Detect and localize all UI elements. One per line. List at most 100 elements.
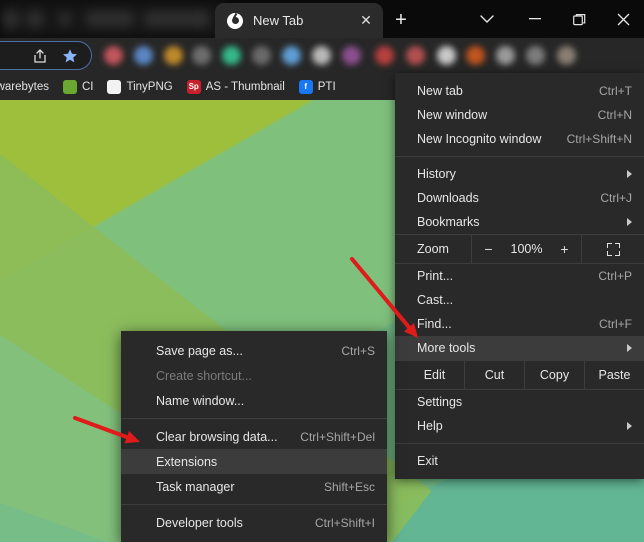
chevron-right-icon bbox=[627, 218, 632, 226]
menu-item-developer-tools[interactable]: Developer tools Ctrl+Shift+I bbox=[121, 510, 387, 535]
share-icon[interactable] bbox=[30, 46, 50, 66]
bookmark-label: TinyPNG bbox=[126, 80, 173, 93]
bookmark-label: lwarebytes bbox=[0, 80, 49, 93]
bookmark-label: AS - Thumbnail bbox=[205, 80, 285, 93]
zoom-value: 100% bbox=[510, 242, 543, 256]
bookmark-item[interactable]: lwarebytes bbox=[0, 81, 49, 93]
menu-item-clear-browsing-data[interactable]: Clear browsing data... Ctrl+Shift+Del bbox=[121, 424, 387, 449]
minimize-button[interactable] bbox=[513, 0, 557, 38]
menu-item-shortcut: Ctrl+P bbox=[598, 269, 632, 283]
menu-item-new-incognito-window[interactable]: New Incognito window Ctrl+Shift+N bbox=[395, 127, 644, 151]
bookmark-item[interactable]: Sp AS - Thumbnail bbox=[186, 79, 285, 94]
menu-item-name-window[interactable]: Name window... bbox=[121, 388, 387, 413]
chameleon-icon bbox=[62, 79, 77, 94]
menu-item-exit[interactable]: Exit bbox=[395, 449, 644, 473]
browser-tab[interactable]: New Tab ✕ bbox=[215, 3, 383, 38]
extension-icon[interactable] bbox=[164, 46, 183, 65]
menu-item-create-shortcut: Create shortcut... bbox=[121, 363, 387, 388]
menu-item-print[interactable]: Print... Ctrl+P bbox=[395, 264, 644, 288]
menu-item-label: Create shortcut... bbox=[156, 368, 252, 383]
extension-icon[interactable] bbox=[406, 46, 425, 65]
menu-item-settings[interactable]: Settings bbox=[395, 390, 644, 414]
bookmark-item[interactable]: f PTI bbox=[298, 79, 336, 94]
bookmarks-bar: lwarebytes CI TinyPNG Sp AS - Thumbnail f PTI bbox=[0, 73, 400, 100]
menu-item-label: More tools bbox=[417, 341, 476, 355]
zoom-out-button[interactable]: − bbox=[478, 241, 500, 257]
extension-icon[interactable] bbox=[557, 46, 576, 65]
extension-icon[interactable] bbox=[526, 46, 545, 65]
fullscreen-button[interactable] bbox=[582, 242, 644, 256]
bookmark-label: PTI bbox=[317, 80, 336, 93]
extension-icon[interactable] bbox=[375, 46, 394, 65]
paste-button[interactable]: Paste bbox=[585, 361, 644, 389]
menu-item-label: Help bbox=[417, 419, 443, 433]
menu-item-label: Find... bbox=[417, 317, 452, 331]
bookmark-item[interactable]: CI bbox=[62, 79, 93, 94]
tab-search-button[interactable] bbox=[465, 0, 509, 38]
chrome-main-menu: New tab Ctrl+T New window Ctrl+N New Incogni… bbox=[395, 73, 644, 479]
menu-item-new-tab[interactable]: New tab Ctrl+T bbox=[395, 79, 644, 103]
menu-item-task-manager[interactable]: Task manager Shift+Esc bbox=[121, 474, 387, 499]
cut-button[interactable]: Cut bbox=[465, 361, 525, 389]
menu-item-label: New tab bbox=[417, 84, 463, 98]
bookmark-item[interactable]: TinyPNG bbox=[107, 79, 173, 94]
menu-item-shortcut: Ctrl+J bbox=[600, 191, 632, 205]
extension-icon[interactable] bbox=[134, 46, 153, 65]
extension-icon[interactable] bbox=[222, 46, 241, 65]
menu-item-save-page-as[interactable]: Save page as... Ctrl+S bbox=[121, 338, 387, 363]
zoom-in-button[interactable]: + bbox=[553, 241, 575, 257]
menu-item-label: Developer tools bbox=[156, 515, 243, 530]
edit-row: Edit Cut Copy Paste bbox=[395, 360, 644, 390]
chevron-right-icon bbox=[627, 344, 632, 352]
window-close-button[interactable] bbox=[601, 0, 644, 38]
extension-icon[interactable] bbox=[252, 46, 271, 65]
chevron-right-icon bbox=[627, 170, 632, 178]
close-icon[interactable]: ✕ bbox=[357, 12, 375, 30]
menu-item-shortcut: Ctrl+Shift+Del bbox=[300, 429, 375, 444]
new-tab-button[interactable]: + bbox=[388, 8, 414, 34]
menu-item-bookmarks[interactable]: Bookmarks bbox=[395, 210, 644, 234]
maximize-button[interactable] bbox=[557, 0, 601, 38]
menu-item-shortcut: Ctrl+Shift+I bbox=[314, 515, 375, 530]
menu-item-label: Save page as... bbox=[156, 343, 243, 358]
browser-toolbar bbox=[0, 38, 644, 108]
menu-item-label: Extensions bbox=[156, 454, 218, 469]
menu-item-label: Name window... bbox=[156, 393, 245, 408]
star-icon[interactable] bbox=[60, 46, 80, 66]
photoshop-icon: Sp bbox=[186, 79, 201, 94]
menu-item-label: Clear browsing data... bbox=[156, 429, 278, 444]
menu-item-history[interactable]: History bbox=[395, 162, 644, 186]
menu-separator bbox=[395, 443, 644, 444]
copy-button[interactable]: Copy bbox=[525, 361, 585, 389]
menu-item-find[interactable]: Find... Ctrl+F bbox=[395, 312, 644, 336]
more-tools-submenu: Save page as... Ctrl+S Create shortcut... N… bbox=[121, 331, 387, 542]
menu-item-label: Exit bbox=[417, 454, 438, 468]
extension-icon[interactable] bbox=[496, 46, 515, 65]
extension-icon[interactable] bbox=[104, 46, 123, 65]
panda-icon bbox=[107, 79, 122, 94]
extension-icon[interactable] bbox=[342, 46, 361, 65]
menu-item-downloads[interactable]: Downloads Ctrl+J bbox=[395, 186, 644, 210]
menu-item-shortcut: Shift+Esc bbox=[323, 479, 375, 494]
extension-icon[interactable] bbox=[282, 46, 301, 65]
extension-icon[interactable] bbox=[312, 46, 331, 65]
menu-item-label: New Incognito window bbox=[417, 132, 542, 146]
menu-separator bbox=[121, 418, 387, 419]
menu-item-cast[interactable]: Cast... bbox=[395, 288, 644, 312]
blurred-background-region bbox=[0, 0, 225, 38]
menu-item-new-window[interactable]: New window Ctrl+N bbox=[395, 103, 644, 127]
menu-item-label: Cast... bbox=[417, 293, 454, 307]
screenshot-root: New Tab ✕ + warebytes CI TinyPNG Sp AS -… bbox=[0, 0, 644, 542]
tab-strip: New Tab ✕ + bbox=[0, 0, 644, 38]
tab-title: New Tab bbox=[253, 13, 304, 28]
extension-icon[interactable] bbox=[192, 46, 211, 65]
extension-icon[interactable] bbox=[437, 46, 456, 65]
extension-icon[interactable] bbox=[466, 46, 485, 65]
menu-item-help[interactable]: Help bbox=[395, 414, 644, 438]
menu-item-label: Bookmarks bbox=[417, 215, 480, 229]
chevron-right-icon bbox=[627, 422, 632, 430]
menu-item-label: Settings bbox=[417, 395, 463, 409]
menu-item-extensions[interactable]: Extensions bbox=[121, 449, 387, 474]
menu-item-more-tools[interactable]: More tools bbox=[395, 336, 644, 360]
menu-item-shortcut: Ctrl+Shift+N bbox=[566, 132, 632, 146]
